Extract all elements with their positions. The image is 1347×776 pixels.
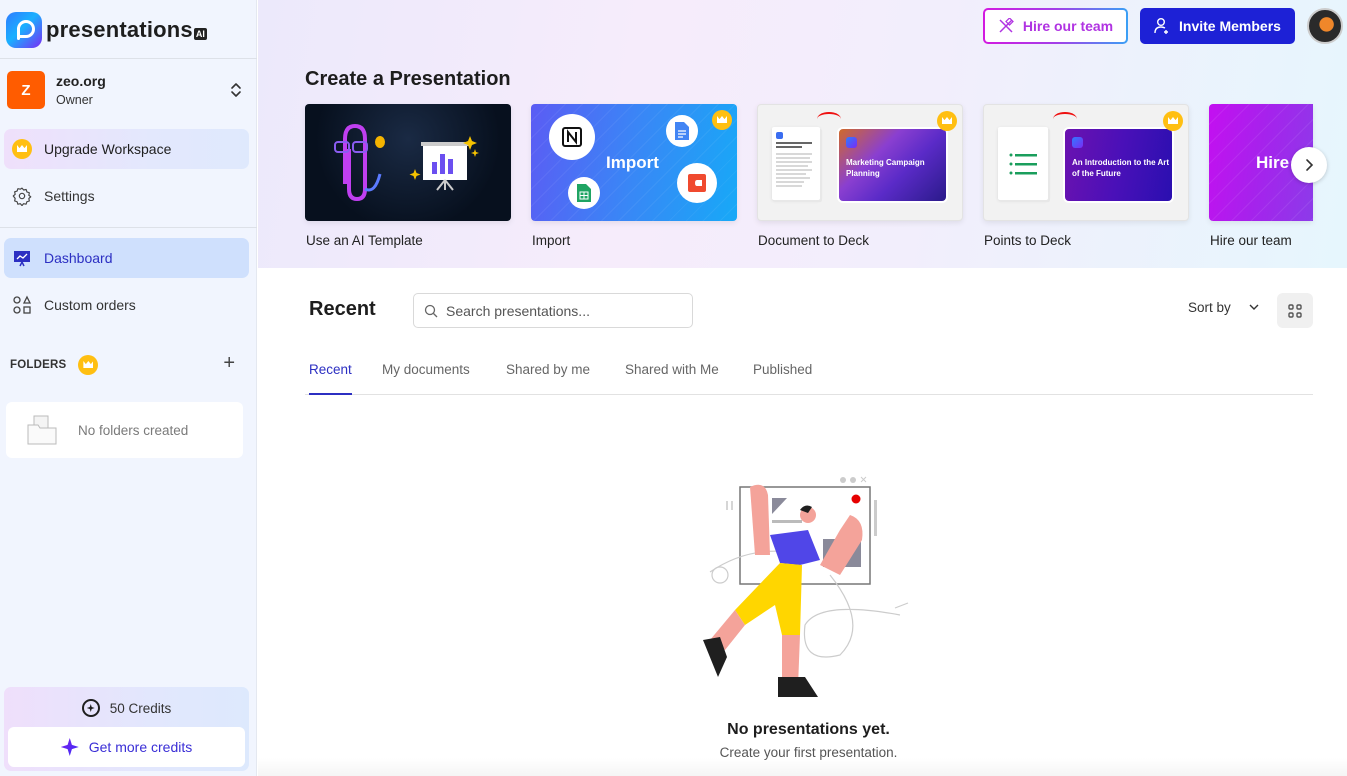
hire-card-text: Hire: [1256, 153, 1290, 172]
tools-icon: [998, 18, 1014, 34]
tab-recent[interactable]: Recent: [309, 362, 352, 395]
template-card-import[interactable]: Import: [531, 104, 737, 221]
premium-crown-icon: [937, 111, 957, 131]
workspace-avatar: Z: [7, 71, 45, 109]
shapes-icon: [12, 295, 32, 315]
user-avatar[interactable]: [1307, 8, 1343, 44]
sidebar-item-custom-orders[interactable]: Custom orders: [4, 285, 249, 325]
template-card-document-to-deck[interactable]: Marketing Campaign Planning: [757, 104, 963, 221]
sidebar: presentations AI Z zeo.org Owner Upgrade…: [0, 0, 257, 776]
divider: [0, 227, 257, 228]
chevron-up-down-icon[interactable]: [229, 81, 243, 99]
logo-text: presentations: [46, 17, 193, 42]
empty-state-title: No presentations yet.: [727, 721, 890, 738]
crown-icon: [12, 139, 32, 159]
invite-members-label: Invite Members: [1179, 18, 1281, 34]
sidebar-item-label: Settings: [44, 188, 95, 204]
workspace-role: Owner: [56, 93, 93, 107]
logo-icon: [1072, 137, 1083, 148]
sidebar-item-label: Custom orders: [44, 297, 136, 313]
document-thumbnail: [772, 127, 820, 200]
workspace-switcher[interactable]: Z zeo.org Owner: [7, 71, 249, 109]
workspace-name: zeo.org: [56, 73, 106, 89]
template-label: Document to Deck: [758, 233, 870, 248]
template-label: Hire our team: [1210, 233, 1292, 248]
sidebar-item-label: Upgrade Workspace: [44, 141, 172, 157]
template-card-ai-template[interactable]: [305, 104, 511, 221]
template-label: Use an AI Template: [306, 233, 423, 248]
add-folder-button[interactable]: +: [223, 353, 235, 373]
import-card-text: Import: [606, 153, 659, 172]
sidebar-item-upgrade-workspace[interactable]: Upgrade Workspace: [4, 129, 249, 169]
logo-icon: [6, 12, 42, 48]
grid-view-button[interactable]: [1277, 293, 1313, 328]
premium-crown-icon: [1163, 111, 1183, 131]
chevron-down-icon: [1249, 302, 1259, 313]
slide-title: Marketing Campaign Planning: [846, 158, 925, 178]
premium-crown-icon: [712, 110, 732, 130]
template-label: Import: [532, 233, 571, 248]
sidebar-item-dashboard[interactable]: Dashboard: [4, 238, 249, 278]
gear-icon: [12, 186, 32, 206]
notion-icon: [549, 114, 595, 160]
add-user-icon: [1154, 17, 1170, 35]
template-label: Points to Deck: [984, 233, 1072, 248]
crown-icon: [78, 355, 99, 375]
folders-empty-text: No folders created: [78, 422, 189, 438]
divider: [0, 58, 257, 59]
app-logo[interactable]: presentations AI: [6, 12, 207, 48]
arrow-icon: [817, 112, 841, 126]
folders-header: FOLDERS +: [10, 353, 235, 375]
create-presentation-title: Create a Presentation: [305, 68, 511, 90]
carousel-next-button[interactable]: [1291, 147, 1327, 183]
logo-suffix: AI: [193, 28, 207, 40]
folder-icon: [26, 415, 58, 445]
google-sheets-icon: [568, 177, 600, 209]
empty-state-illustration: [703, 476, 909, 697]
slide-title: An Introduction to the Art of the Future: [1072, 158, 1170, 178]
sidebar-item-settings[interactable]: Settings: [4, 176, 249, 216]
recent-section-title: Recent: [309, 298, 376, 320]
sidebar-item-label: Dashboard: [44, 250, 113, 266]
slide-thumbnail: Marketing Campaign Planning: [837, 127, 948, 203]
hire-our-team-button[interactable]: Hire our team: [983, 8, 1128, 44]
google-docs-icon: [666, 115, 698, 147]
search-box[interactable]: [413, 293, 693, 328]
chevron-right-icon: [1306, 159, 1314, 171]
slide-thumbnail: An Introduction to the Art of the Future: [1063, 127, 1174, 203]
grid-icon: [1288, 303, 1302, 318]
credits-count: 50 Credits: [109, 700, 172, 716]
ai-template-illustration: [334, 123, 479, 202]
sort-label: Sort by: [1188, 300, 1231, 315]
credits-coin-icon: [81, 699, 100, 717]
search-icon: [424, 304, 438, 317]
logo-icon: [846, 137, 857, 148]
arrow-icon: [1053, 112, 1077, 126]
tab-published[interactable]: Published: [753, 362, 812, 395]
template-card-points-to-deck[interactable]: An Introduction to the Art of the Future: [983, 104, 1189, 221]
folders-label: FOLDERS: [10, 359, 67, 371]
search-input[interactable]: [446, 302, 676, 319]
recent-tabs: Recent My documents Shared by me Shared …: [305, 360, 1313, 395]
tab-shared-with-me[interactable]: Shared with Me: [625, 362, 719, 395]
bullet-list-thumbnail: [998, 127, 1048, 200]
sort-dropdown[interactable]: Sort by: [1188, 300, 1259, 315]
tab-my-documents[interactable]: My documents: [382, 362, 470, 395]
tab-shared-by-me[interactable]: Shared by me: [506, 362, 590, 395]
folders-empty-state: No folders created: [6, 402, 243, 458]
coda-icon: [677, 163, 717, 203]
bottom-fade: [258, 758, 1347, 776]
hire-our-team-label: Hire our team: [1022, 18, 1114, 34]
presentation-board-icon: [12, 248, 32, 268]
invite-members-button[interactable]: Invite Members: [1140, 8, 1295, 44]
